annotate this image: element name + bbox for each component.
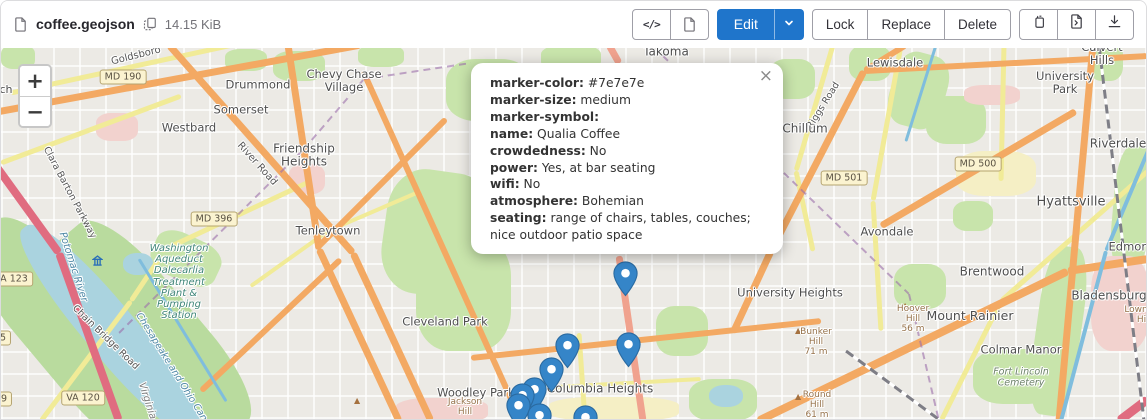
popup-tip: [610, 244, 630, 254]
popup-property-row: seating: range of chairs, tables, couche…: [490, 210, 764, 244]
map-label: University Heights: [737, 287, 843, 300]
popup-property-row: crowdedness: No: [490, 143, 764, 160]
map-marker[interactable]: [616, 332, 641, 368]
download-icon: [1107, 10, 1122, 39]
park-area: [953, 201, 993, 231]
built-area: [964, 85, 1020, 105]
popup-property-row: marker-size: medium: [490, 92, 764, 109]
zoom-control: + −: [18, 64, 52, 128]
lock-button[interactable]: Lock: [812, 9, 869, 40]
delete-button[interactable]: Delete: [944, 9, 1011, 40]
icon-actions-group: [1019, 9, 1134, 40]
file-viewer: coffee.geojson 14.15 KiB </> Edit LockRe…: [0, 0, 1147, 420]
map-label: Bunker Hill 71 m: [800, 327, 832, 357]
popup-close-button[interactable]: ×: [759, 68, 773, 85]
edit-button[interactable]: Edit: [717, 9, 775, 40]
landmark-icon: [92, 253, 103, 271]
primary-road: [471, 318, 822, 361]
open-raw-button[interactable]: [1057, 9, 1096, 40]
road-shield-badge: 5: [1, 331, 11, 346]
map-label: Bladensburg: [1071, 289, 1146, 302]
map-label: ch: [1, 84, 13, 96]
map-label: Mount Rainier: [927, 309, 1014, 323]
map-label: Somerset: [214, 104, 269, 117]
clipboard-copy-icon: [1032, 10, 1046, 39]
document-icon: [682, 17, 697, 32]
popup-property-row: marker-color: #7e7e7e: [490, 75, 764, 92]
view-toggle-group: </>: [632, 9, 709, 40]
display-rendered-button[interactable]: [670, 9, 709, 40]
map-label: Brentwood: [960, 265, 1025, 278]
map-label: Jackson Hill: [448, 397, 482, 417]
retail-area: [549, 397, 679, 419]
road-shield-badge: 9: [1, 392, 12, 407]
map-label: Washington Aqueduct Dalecarlia Treatment…: [150, 243, 209, 321]
map-label: Friendship Heights: [273, 143, 335, 170]
file-icon: [13, 17, 28, 32]
map-label: Tenleytown: [296, 225, 361, 238]
popup-property-row: atmosphere: Bohemian: [490, 193, 764, 210]
map-label: Cleveland Park: [402, 316, 488, 329]
map-label: Hoover Hill 56 m: [897, 304, 929, 334]
map-label: Clara Barton Parkway: [40, 145, 97, 240]
map-label: Chillum: [782, 122, 827, 135]
map-label: Riverdale: [1090, 137, 1146, 150]
header-actions: </> Edit LockReplaceDelete: [632, 9, 1134, 40]
map-canvas[interactable]: ▲▲▲▲MD 190MD 396A 123VA 120MD 501MD 5005…: [1, 48, 1146, 419]
map-label: Takoma: [643, 48, 689, 59]
map-label: Fort Lincoln Cemetery: [993, 367, 1049, 388]
primary-road: [199, 257, 343, 393]
popup-property-row: power: Yes, at bar seating: [490, 160, 764, 177]
zoom-out-button[interactable]: −: [20, 96, 50, 126]
road-shield-badge: A 123: [1, 272, 33, 287]
file-name: coffee.geojson: [36, 16, 135, 32]
file-size: 14.15 KiB: [165, 17, 221, 32]
replace-button[interactable]: Replace: [867, 9, 945, 40]
water-area: [709, 385, 743, 407]
peak-icon: ▲: [354, 397, 360, 405]
copy-file-contents-button[interactable]: [1019, 9, 1058, 40]
map-label: Westbard: [162, 122, 216, 135]
map-label: University Park: [1025, 70, 1106, 96]
map-label: Edmonston: [1109, 241, 1146, 254]
raw-file-icon: [1069, 10, 1084, 39]
edit-button-group: Edit: [717, 9, 804, 40]
copy-file-path-icon[interactable]: [143, 17, 157, 31]
map-label: Round Hill 61 m: [803, 390, 831, 419]
map-marker[interactable]: [613, 261, 638, 297]
popup-content: marker-color: #7e7e7emarker-size: medium…: [490, 75, 764, 244]
map-popup: × marker-color: #7e7e7emarker-size: medi…: [471, 63, 783, 254]
map-label: Avondale: [861, 226, 914, 239]
zoom-in-button[interactable]: +: [20, 66, 50, 96]
edit-dropdown-button[interactable]: [774, 9, 804, 40]
display-source-button[interactable]: </>: [632, 9, 671, 40]
road-shield-badge: MD 501: [821, 171, 868, 186]
road-shield-badge: MD 396: [191, 212, 238, 227]
map-label: Lewisdale: [867, 57, 924, 70]
railway: [845, 350, 942, 419]
map-label: Colmar Manor: [981, 344, 1062, 357]
popup-property-row: name: Qualia Coffee: [490, 126, 764, 143]
code-icon: </>: [643, 10, 660, 39]
popup-property-row: marker-symbol:: [490, 109, 764, 126]
peak-icon: ▲: [795, 393, 801, 401]
file-header: coffee.geojson 14.15 KiB </> Edit LockRe…: [1, 1, 1146, 47]
map-label: Lowndes Hill: [1124, 305, 1146, 325]
download-button[interactable]: [1095, 9, 1134, 40]
chevron-down-icon: [783, 10, 795, 39]
map-label: Chevy Chase Village: [306, 68, 381, 94]
road-shield-badge: MD 190: [100, 70, 147, 85]
map-label: Calvert Hills: [1080, 48, 1124, 67]
map-marker[interactable]: [573, 405, 598, 420]
road-shield-badge: MD 500: [955, 157, 1002, 172]
popup-property-row: wifi: No: [490, 176, 764, 193]
park-area: [358, 48, 404, 67]
map-label: Hyattsville: [1037, 196, 1106, 211]
file-actions-group: LockReplaceDelete: [812, 9, 1011, 40]
map-label: Drummond: [226, 79, 291, 92]
road-shield-badge: VA 120: [61, 391, 105, 406]
map-marker[interactable]: [527, 403, 552, 420]
admin-boundary: [118, 148, 304, 333]
